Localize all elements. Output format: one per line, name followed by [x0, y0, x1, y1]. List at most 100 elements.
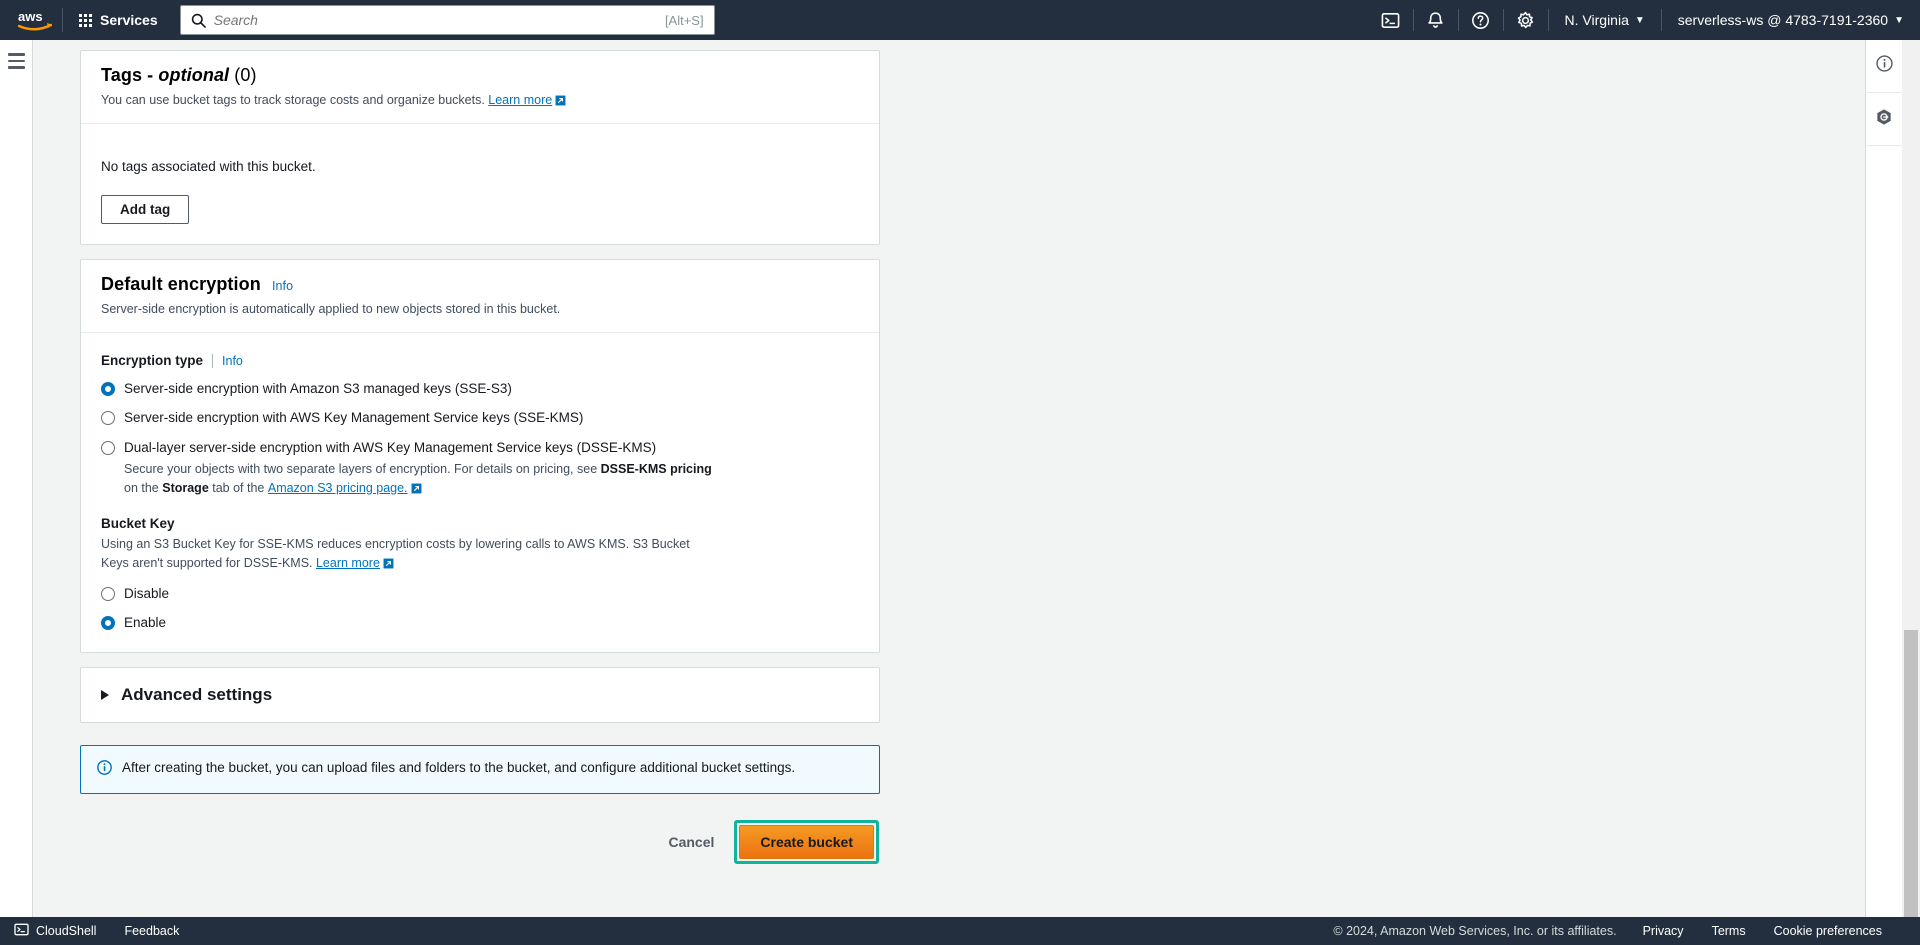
- chevron-down-icon: ▼: [1894, 14, 1904, 26]
- info-circle-icon: [1875, 55, 1893, 77]
- info-circle-icon: [97, 760, 112, 780]
- add-tag-button[interactable]: Add tag: [101, 195, 190, 225]
- bottom-status-bar: CloudShell Feedback © 2024, Amazon Web S…: [0, 917, 1920, 945]
- s3-pricing-page-link[interactable]: Amazon S3 pricing page.: [268, 479, 422, 498]
- bucket-key-learn-more-label: Learn more: [315, 556, 380, 571]
- tags-description: You can use bucket tags to track storage…: [101, 91, 859, 109]
- copyright-text: © 2024, Amazon Web Services, Inc. or its…: [1333, 924, 1617, 938]
- tags-card-header: Tags - optional (0) You can use bucket t…: [81, 51, 879, 123]
- terms-link[interactable]: Terms: [1698, 924, 1760, 938]
- encryption-info-link[interactable]: Info: [272, 279, 293, 293]
- info-alert-text: After creating the bucket, you can uploa…: [122, 760, 796, 776]
- encryption-description: Server-side encryption is automatically …: [101, 302, 561, 317]
- dsse-storage-bold: Storage: [162, 480, 209, 495]
- radio-option-bucket-key-enable[interactable]: Enable: [101, 614, 859, 632]
- tags-empty-text: No tags associated with this bucket.: [101, 159, 316, 175]
- search-icon: [191, 13, 206, 28]
- bucket-key-label: Bucket Key: [101, 516, 175, 532]
- encryption-card-header: Default encryption Info Server-side encr…: [81, 260, 879, 332]
- left-navigation-rail: [0, 40, 33, 917]
- top-navigation-bar: aws Services [Alt+S]: [0, 0, 1920, 40]
- tags-title-main: Tags -: [101, 65, 159, 85]
- account-menu[interactable]: serverless-ws @ 4783-7191-2360 ▼: [1662, 0, 1920, 40]
- global-search-bar[interactable]: [Alt+S]: [179, 5, 715, 35]
- region-selector[interactable]: N. Virginia ▼: [1549, 0, 1661, 40]
- radio-option-sse-kms[interactable]: Server-side encryption with AWS Key Mana…: [101, 409, 859, 427]
- services-menu-button[interactable]: Services: [69, 6, 168, 34]
- triangle-right-icon: [101, 690, 109, 701]
- info-alert: After creating the bucket, you can uploa…: [80, 745, 880, 795]
- dsse-desc-part2: on the: [124, 480, 163, 495]
- scrollbar-thumb[interactable]: [1904, 630, 1918, 920]
- tags-card: Tags - optional (0) You can use bucket t…: [80, 50, 880, 246]
- services-label: Services: [100, 12, 158, 28]
- radio-option-bucket-key-disable[interactable]: Disable: [101, 585, 859, 603]
- nav-divider: [62, 8, 63, 32]
- cloudshell-icon: [14, 922, 29, 940]
- create-bucket-button[interactable]: Create bucket: [739, 825, 874, 860]
- radio-option-sse-s3[interactable]: Server-side encryption with Amazon S3 ma…: [101, 380, 859, 398]
- dsse-desc-part1: Secure your objects with two separate la…: [124, 461, 601, 476]
- search-shortcut-hint: [Alt+S]: [664, 12, 704, 28]
- tags-learn-more-link[interactable]: Learn more: [488, 91, 566, 109]
- advanced-settings-title: Advanced settings: [121, 685, 273, 705]
- bell-icon[interactable]: [1414, 0, 1458, 40]
- info-panel-button[interactable]: [1866, 40, 1902, 93]
- s3-pricing-page-label: Amazon S3 pricing page.: [267, 480, 408, 495]
- advanced-settings-card[interactable]: Advanced settings: [80, 667, 880, 724]
- bottom-bar-left-group: CloudShell Feedback: [0, 922, 193, 940]
- privacy-link[interactable]: Privacy: [1629, 924, 1698, 938]
- top-nav-right-group: N. Virginia ▼ serverless-ws @ 4783-7191-…: [1369, 0, 1920, 40]
- dsse-pricing-bold: DSSE-KMS pricing: [600, 461, 712, 476]
- account-label: serverless-ws @ 4783-7191-2360: [1677, 12, 1889, 28]
- external-link-icon: [383, 558, 394, 569]
- create-bucket-form: Tags - optional (0) You can use bucket t…: [80, 50, 880, 865]
- radio-button[interactable]: [101, 382, 115, 397]
- svg-text:aws: aws: [18, 9, 43, 24]
- gear-icon[interactable]: [1504, 0, 1548, 40]
- tags-title: Tags - optional (0): [101, 65, 859, 86]
- question-circle-icon[interactable]: [1459, 0, 1503, 40]
- encryption-type-label: Encryption type: [101, 353, 204, 369]
- aws-logo[interactable]: aws: [14, 9, 56, 31]
- radio-button[interactable]: [101, 616, 115, 631]
- search-input[interactable]: [213, 12, 665, 28]
- tags-learn-more-label: Learn more: [488, 93, 553, 107]
- hamburger-menu-icon[interactable]: [7, 53, 25, 69]
- bucket-key-description-text: Using an S3 Bucket Key for SSE-KMS reduc…: [101, 537, 690, 571]
- bucket-key-learn-more-link[interactable]: Learn more: [316, 554, 394, 573]
- radio-label: Dual-layer server-side encryption with A…: [124, 439, 657, 455]
- page-scrollbar[interactable]: [1902, 40, 1920, 945]
- cloudshell-icon[interactable]: [1369, 0, 1413, 40]
- cookie-preferences-link[interactable]: Cookie preferences: [1760, 924, 1896, 938]
- tags-card-body: No tags associated with this bucket. Add…: [81, 124, 879, 244]
- encryption-title: Default encryption Info: [101, 274, 859, 295]
- dsse-kms-description: Secure your objects with two separate la…: [124, 460, 724, 498]
- radio-option-dsse-kms[interactable]: Dual-layer server-side encryption with A…: [101, 439, 859, 498]
- cloudshell-button[interactable]: CloudShell: [0, 922, 110, 940]
- encryption-type-label-group: Encryption type Info: [101, 353, 859, 368]
- main-content-area: Tags - optional (0) You can use bucket t…: [33, 40, 1863, 917]
- tags-description-text: You can use bucket tags to track storage…: [101, 93, 485, 107]
- external-link-icon: [555, 95, 566, 106]
- feedback-button[interactable]: Feedback: [110, 924, 193, 938]
- radio-button[interactable]: [101, 440, 115, 455]
- divider: [212, 353, 214, 368]
- tags-title-optional: optional: [158, 65, 230, 85]
- advanced-settings-toggle[interactable]: Advanced settings: [81, 668, 879, 722]
- bucket-key-description: Using an S3 Bucket Key for SSE-KMS reduc…: [101, 535, 716, 573]
- radio-button[interactable]: [101, 586, 115, 601]
- chevron-down-icon: ▼: [1634, 14, 1645, 26]
- radio-label: Server-side encryption with Amazon S3 ma…: [124, 381, 512, 397]
- encryption-type-info-link[interactable]: Info: [222, 354, 243, 368]
- grid-icon: [79, 13, 92, 27]
- cloudshell-label: CloudShell: [36, 924, 97, 938]
- radio-label: Disable: [124, 585, 170, 601]
- shortcuts-panel-button[interactable]: [1866, 93, 1902, 146]
- radio-button[interactable]: [101, 411, 115, 426]
- tags-count: (0): [229, 65, 257, 85]
- dsse-desc-part3: tab of the: [208, 480, 268, 495]
- encryption-card-body: Encryption type Info Server-side encrypt…: [81, 333, 879, 652]
- create-bucket-highlight-ring: Create bucket: [734, 820, 879, 865]
- cancel-button[interactable]: Cancel: [654, 826, 728, 858]
